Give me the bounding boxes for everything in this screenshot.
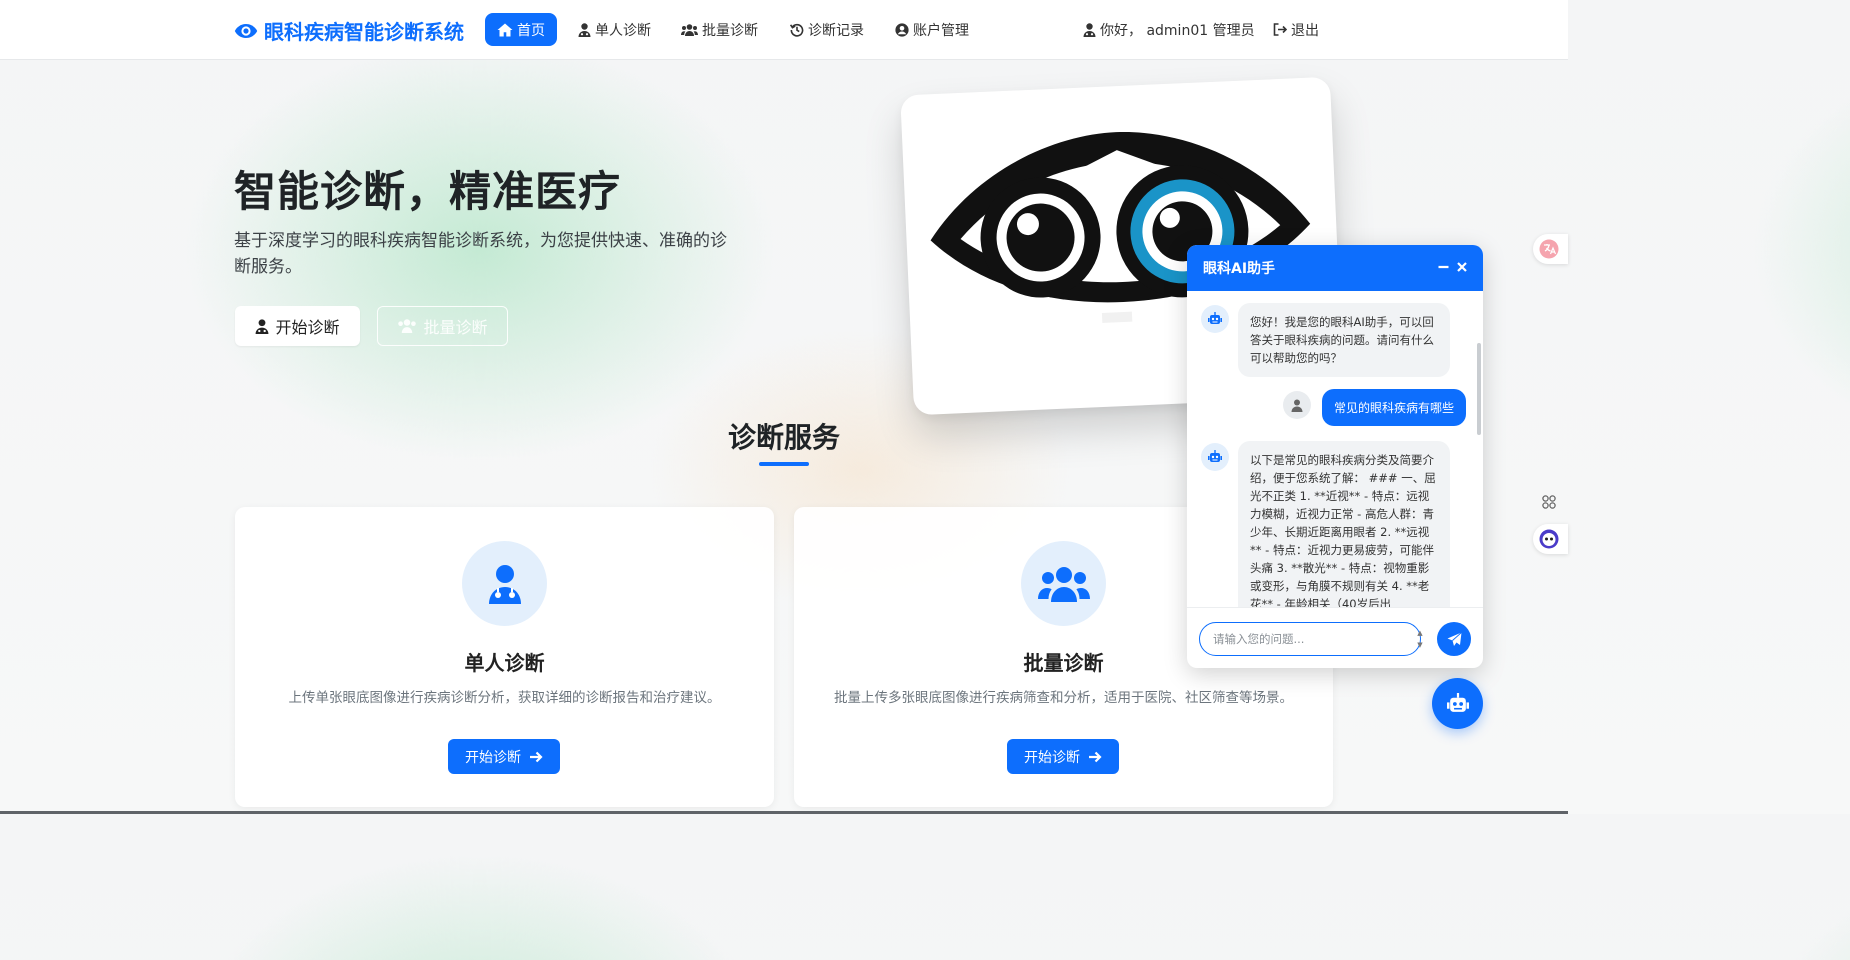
service-description-batch: 批量上传多张眼底图像进行疾病筛查和分析，适用于医院、社区筛查等场景。 — [834, 690, 1293, 706]
services-section-title: 诊断服务 — [727, 421, 840, 454]
user-greeting: 你好， admin01 管理员 — [1071, 13, 1267, 46]
user-md-icon — [578, 22, 591, 37]
bottom-border — [0, 811, 1568, 814]
minimize-icon[interactable] — [1438, 260, 1449, 276]
sign-out-icon — [1273, 23, 1287, 36]
assistant-face-icon — [1539, 529, 1559, 549]
nav-batch-diagnosis[interactable]: 批量诊断 — [669, 13, 770, 46]
translate-extension-tab[interactable] — [1533, 234, 1568, 264]
close-icon[interactable] — [1457, 260, 1467, 276]
service-icon-batch — [1021, 541, 1106, 626]
service-card-single: 单人诊断 上传单张眼底图像进行疾病诊断分析，获取详细的诊断报告和治疗建议。 开始… — [235, 507, 774, 807]
eye-icon — [234, 23, 258, 38]
user-md-icon — [488, 564, 521, 604]
user-avatar — [1283, 391, 1311, 419]
users-icon — [1037, 566, 1090, 602]
logout-button[interactable]: 退出 — [1261, 13, 1331, 46]
robot-icon — [1208, 312, 1222, 324]
chat-message-bot: 您好！我是您的眼科AI助手，可以回答关于眼科疾病的问题。请问有什么可以帮助您的吗… — [1238, 303, 1450, 377]
nav-account-management[interactable]: 账户管理 — [883, 13, 981, 46]
chat-header: 眼科AI助手 — [1187, 245, 1483, 291]
assistant-extension-tab[interactable] — [1533, 524, 1568, 554]
arrow-right-icon — [530, 751, 543, 762]
brand-name: 眼科疾病智能诊断系统 — [264, 20, 464, 44]
users-icon — [681, 23, 698, 36]
single-start-diagnosis-button[interactable]: 开始诊断 — [448, 739, 560, 774]
brand-logo[interactable]: 眼科疾病智能诊断系统 — [234, 16, 464, 45]
batch-start-diagnosis-button[interactable]: 开始诊断 — [1007, 739, 1119, 774]
bot-avatar — [1201, 443, 1229, 471]
robot-icon — [1446, 692, 1469, 712]
robot-icon — [1208, 450, 1222, 462]
user-md-icon — [256, 318, 269, 334]
ai-chat-window: 眼科AI助手 您好！我是您的眼科AI助手，可以回答关于眼科疾病的问题。请问有什么… — [1187, 245, 1483, 668]
nav-home[interactable]: 首页 — [485, 13, 557, 46]
nav-single-diagnosis[interactable]: 单人诊断 — [566, 13, 663, 46]
hero-subtitle: 基于深度学习的眼科疾病智能诊断系统，为您提供快速、准确的诊断服务。 — [234, 231, 727, 277]
hero-batch-diagnosis-button[interactable]: 批量诊断 — [377, 306, 508, 346]
chat-input[interactable] — [1199, 622, 1421, 656]
arrow-right-icon — [1089, 751, 1102, 762]
user-icon — [1291, 399, 1303, 412]
users-icon — [398, 319, 417, 333]
bot-avatar — [1201, 305, 1229, 333]
hero-start-diagnosis-button[interactable]: 开始诊断 — [235, 306, 360, 346]
chat-toggle-button[interactable] — [1432, 678, 1483, 729]
home-icon — [497, 23, 513, 36]
extension-grid-icon[interactable] — [1542, 494, 1556, 513]
paper-plane-icon — [1447, 631, 1462, 646]
chat-messages[interactable]: 您好！我是您的眼科AI助手，可以回答关于眼科疾病的问题。请问有什么可以帮助您的吗… — [1187, 291, 1483, 607]
chat-input-area: ▲▼ — [1187, 607, 1483, 668]
chat-scrollbar[interactable] — [1477, 343, 1481, 435]
service-description-single: 上传单张眼底图像进行疾病诊断分析，获取详细的诊断报告和治疗建议。 — [288, 690, 721, 706]
input-spinner[interactable]: ▲ ▼ — [1416, 627, 1424, 651]
translate-icon — [1539, 239, 1559, 259]
chat-title: 眼科AI助手 — [1203, 261, 1276, 277]
history-icon — [790, 23, 804, 37]
user-circle-icon — [895, 22, 909, 37]
send-button[interactable] — [1437, 622, 1471, 656]
service-title-single: 单人诊断 — [464, 651, 545, 675]
top-navbar: 眼科疾病智能诊断系统 首页 单人诊断 批量诊断 诊断记录 账户管理 你好， ad… — [0, 0, 1568, 60]
service-icon-single — [462, 541, 547, 626]
user-icon — [1083, 22, 1096, 37]
nav-diagnosis-history[interactable]: 诊断记录 — [778, 13, 876, 46]
section-title-underline — [759, 462, 809, 466]
hero-title: 智能诊断，精准医疗 — [234, 167, 622, 216]
chat-message-user: 常见的眼科疾病有哪些 — [1322, 389, 1467, 426]
chat-message-bot: 以下是常见的眼科疾病分类及简要介绍，便于您系统了解： ### 一、屈光不正类 1… — [1238, 441, 1450, 607]
